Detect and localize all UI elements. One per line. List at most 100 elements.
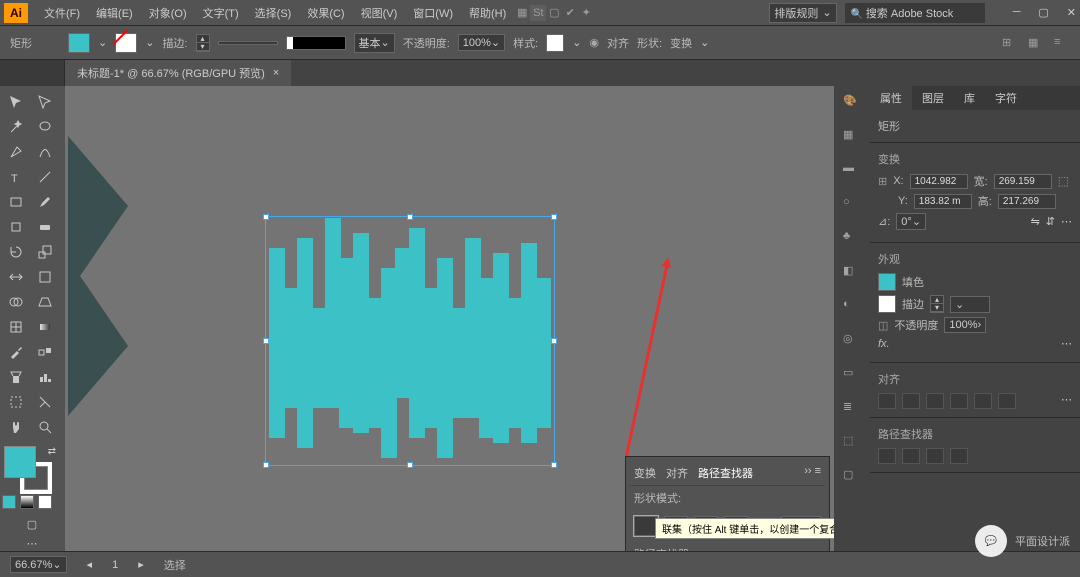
eyedropper-tool[interactable] — [2, 340, 30, 364]
link-wh-icon[interactable]: ⬚ — [1058, 174, 1069, 188]
pf-tab-pathfinder[interactable]: 路径查找器 — [698, 465, 753, 481]
layers-panel-icon[interactable]: ≣ — [843, 400, 861, 418]
arrange-icon[interactable]: ▢ — [546, 5, 562, 21]
stroke-width-spinner[interactable]: ▴▾ — [196, 34, 210, 52]
rotate-tool[interactable] — [2, 240, 30, 264]
stroke-width-input[interactable] — [218, 41, 278, 45]
y-input[interactable] — [914, 194, 972, 209]
eraser-tool[interactable] — [31, 215, 59, 239]
blend-tool[interactable] — [31, 340, 59, 364]
w-input[interactable] — [994, 174, 1052, 189]
tab-libraries[interactable]: 库 — [954, 86, 985, 110]
handle-br[interactable] — [551, 462, 557, 468]
menu-effect[interactable]: 效果(C) — [299, 5, 352, 21]
asset-export-panel-icon[interactable]: ⬚ — [843, 434, 861, 452]
appearance-panel-icon[interactable]: ◎ — [843, 332, 861, 350]
edit-toolbar-icon[interactable]: ⋯ — [27, 537, 38, 550]
screen-mode-icon[interactable]: ▢ — [27, 518, 37, 531]
document-tab[interactable]: 未标题-1* @ 66.67% (RGB/GPU 预览) × — [65, 60, 291, 86]
flip-h-icon[interactable]: ⇋ — [1031, 215, 1040, 228]
prop-stroke-input[interactable]: ⌄ — [950, 296, 990, 313]
minimize-icon[interactable]: ─ — [1013, 6, 1021, 19]
handle-bl[interactable] — [263, 462, 269, 468]
more-align-icon[interactable]: ⋯ — [1061, 393, 1072, 409]
x-input[interactable] — [910, 174, 968, 189]
color-mode-none[interactable] — [38, 495, 52, 509]
maximize-icon[interactable]: ▢ — [1038, 6, 1048, 19]
shapes-btn[interactable]: 形状: — [637, 35, 662, 51]
transparency-panel-icon[interactable]: ◐ — [843, 298, 861, 316]
menu-view[interactable]: 视图(V) — [353, 5, 406, 21]
mesh-tool[interactable] — [2, 315, 30, 339]
stroke-panel-icon[interactable]: ♣ — [843, 230, 861, 248]
gradient-tool[interactable] — [31, 315, 59, 339]
prop-fill-swatch[interactable] — [878, 273, 896, 291]
shape-builder-tool[interactable] — [2, 290, 30, 314]
rectangle-tool[interactable] — [2, 190, 30, 214]
type-tool[interactable]: T — [2, 165, 30, 189]
opt-icon-1[interactable]: ⊞ — [1002, 36, 1018, 49]
selection-bounds[interactable] — [265, 216, 555, 466]
more-appearance-icon[interactable]: ⋯ — [1061, 337, 1072, 350]
direct-selection-tool[interactable] — [31, 90, 59, 114]
h-input[interactable] — [998, 194, 1056, 209]
zoom-dropdown[interactable]: 66.67% ⌄ — [10, 556, 67, 573]
graphic-style-swatch[interactable] — [546, 34, 564, 52]
handle-tc[interactable] — [407, 214, 413, 220]
color-mode-solid[interactable] — [2, 495, 16, 509]
prop-unite[interactable] — [878, 448, 896, 464]
symbols-panel-icon[interactable]: ○ — [843, 196, 861, 214]
color-panel-icon[interactable]: 🎨 — [843, 94, 861, 112]
recolor-icon[interactable]: ◉ — [589, 36, 599, 49]
stroke-swatch[interactable] — [115, 33, 137, 53]
prop-minus[interactable] — [902, 448, 920, 464]
tab-character[interactable]: 字符 — [985, 86, 1027, 110]
stock-search[interactable]: 🔍 搜索 Adobe Stock — [845, 3, 985, 23]
opacity-input[interactable]: 100% ⌄ — [458, 34, 505, 51]
graphic-styles-panel-icon[interactable]: ▭ — [843, 366, 861, 384]
nav-next-icon[interactable]: ▸ — [138, 558, 144, 571]
menu-file[interactable]: 文件(F) — [36, 5, 88, 21]
flip-v-icon[interactable]: ⇵ — [1046, 215, 1055, 228]
hand-tool[interactable] — [2, 415, 30, 439]
prop-opacity-input[interactable]: 100% › — [944, 317, 986, 333]
align-bottom[interactable] — [998, 393, 1016, 409]
handle-ml[interactable] — [263, 338, 269, 344]
nav-prev-icon[interactable]: ◂ — [87, 558, 93, 571]
color-mode-gradient[interactable] — [20, 495, 34, 509]
gpu-icon[interactable]: ✔ — [562, 5, 578, 21]
opt-icon-3[interactable]: ≡ — [1054, 36, 1070, 49]
column-graph-tool[interactable] — [31, 365, 59, 389]
width-tool[interactable] — [2, 265, 30, 289]
scale-tool[interactable] — [31, 240, 59, 264]
artboards-panel-icon[interactable]: ▢ — [843, 468, 861, 486]
align-top[interactable] — [950, 393, 968, 409]
align-btn[interactable]: 对齐 — [607, 35, 629, 51]
artboard-tool[interactable] — [2, 390, 30, 414]
menu-help[interactable]: 帮助(H) — [461, 5, 514, 21]
menu-select[interactable]: 选择(S) — [247, 5, 300, 21]
opt-icon-2[interactable]: ▦ — [1028, 36, 1044, 49]
menu-edit[interactable]: 编辑(E) — [88, 5, 141, 21]
layout-rules-dropdown[interactable]: 排版规则 ⌄ — [769, 3, 836, 23]
handle-mr[interactable] — [551, 338, 557, 344]
transform-btn[interactable]: 变换 — [670, 35, 692, 51]
stroke-profile-dropdown[interactable]: 基本 ⌄ — [354, 33, 395, 53]
symbol-sprayer-tool[interactable] — [2, 365, 30, 389]
tab-layers[interactable]: 图层 — [912, 86, 954, 110]
more-transform-icon[interactable]: ⋯ — [1061, 215, 1072, 228]
canvas[interactable]: 变换 对齐 路径查找器 ›› ≡ 形状模式: 路径查找器: — [65, 86, 834, 551]
line-tool[interactable] — [31, 165, 59, 189]
align-left[interactable] — [878, 393, 896, 409]
stock-icon[interactable]: St — [530, 5, 546, 21]
swap-fill-stroke-icon[interactable]: ⇄ — [48, 446, 56, 457]
swatches-panel-icon[interactable]: ▦ — [843, 128, 861, 146]
reference-point-icon[interactable]: ⊞ — [878, 175, 887, 188]
rocket-icon[interactable]: ✦ — [578, 5, 594, 21]
prop-stroke-swatch[interactable] — [878, 295, 896, 313]
curvature-tool[interactable] — [31, 140, 59, 164]
handle-tr[interactable] — [551, 214, 557, 220]
magic-wand-tool[interactable] — [2, 115, 30, 139]
brushes-panel-icon[interactable]: ▬ — [843, 162, 861, 180]
pf-menu-icon[interactable]: ›› ≡ — [804, 465, 821, 481]
